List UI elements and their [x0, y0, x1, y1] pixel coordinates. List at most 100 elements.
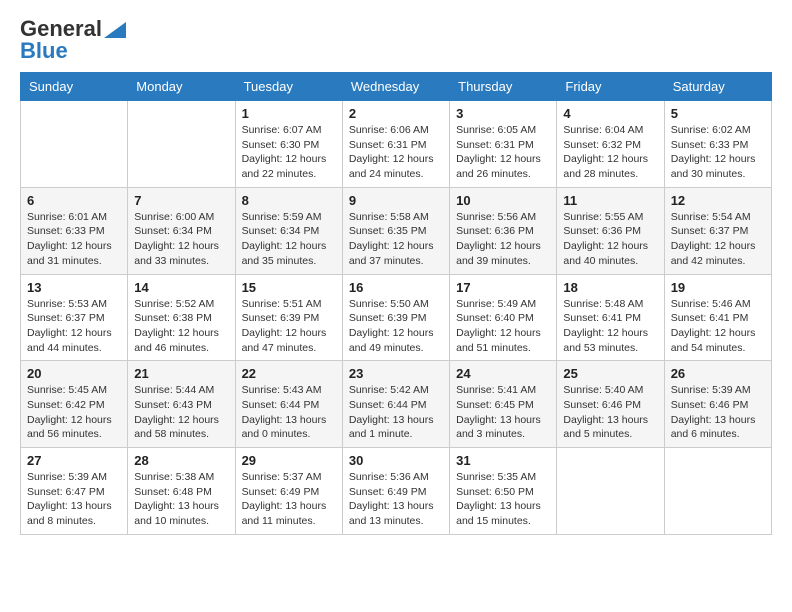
cell-details: Sunrise: 5:37 AMSunset: 6:49 PMDaylight:… [242, 470, 336, 529]
logo-icon [104, 22, 126, 38]
cell-details: Sunrise: 5:42 AMSunset: 6:44 PMDaylight:… [349, 383, 443, 442]
calendar-cell: 5 Sunrise: 6:02 AMSunset: 6:33 PMDaylight… [664, 101, 771, 188]
cell-details: Sunrise: 5:55 AMSunset: 6:36 PMDaylight:… [563, 210, 657, 269]
cell-details: Sunrise: 6:05 AMSunset: 6:31 PMDaylight:… [456, 123, 550, 182]
day-number: 15 [242, 280, 336, 295]
calendar-cell: 8Sunrise: 5:59 AMSunset: 6:34 PMDaylight… [235, 187, 342, 274]
weekday-header-row: SundayMondayTuesdayWednesdayThursdayFrid… [21, 73, 772, 101]
calendar-cell: 14 Sunrise: 5:52 AMSunset: 6:38 PMDayligh… [128, 274, 235, 361]
weekday-header-thursday: Thursday [450, 73, 557, 101]
day-number: 17 [456, 280, 550, 295]
cell-details: Sunrise: 5:59 AMSunset: 6:34 PMDaylight:… [242, 210, 336, 269]
day-number: 7 [134, 193, 228, 208]
day-number: 13 [27, 280, 121, 295]
cell-details: Sunrise: 5:58 AMSunset: 6:35 PMDaylight:… [349, 210, 443, 269]
cell-details: Sunrise: 5:56 AMSunset: 6:36 PMDaylight:… [456, 210, 550, 269]
day-number: 28 [134, 453, 228, 468]
day-number: 26 [671, 366, 765, 381]
day-number: 27 [27, 453, 121, 468]
day-number: 31 [456, 453, 550, 468]
cell-details: Sunrise: 5:51 AMSunset: 6:39 PMDaylight:… [242, 297, 336, 356]
weekday-header-sunday: Sunday [21, 73, 128, 101]
weekday-header-wednesday: Wednesday [342, 73, 449, 101]
calendar-cell: 26Sunrise: 5:39 AMSunset: 6:46 PMDayligh… [664, 361, 771, 448]
day-number: 5 [671, 106, 765, 121]
weekday-header-friday: Friday [557, 73, 664, 101]
cell-details: Sunrise: 5:39 AMSunset: 6:47 PMDaylight:… [27, 470, 121, 529]
cell-details: Sunrise: 5:54 AMSunset: 6:37 PMDaylight:… [671, 210, 765, 269]
calendar-table: SundayMondayTuesdayWednesdayThursdayFrid… [20, 72, 772, 535]
calendar-cell: 19Sunrise: 5:46 AMSunset: 6:41 PMDayligh… [664, 274, 771, 361]
cell-details: Sunrise: 5:35 AMSunset: 6:50 PMDaylight:… [456, 470, 550, 529]
cell-details: Sunrise: 6:06 AMSunset: 6:31 PMDaylight:… [349, 123, 443, 182]
calendar-week-row: 27 Sunrise: 5:39 AMSunset: 6:47 PMDayligh… [21, 448, 772, 535]
cell-details: Sunrise: 6:02 AMSunset: 6:33 PMDaylight:… [671, 123, 765, 182]
calendar-cell: 10Sunrise: 5:56 AMSunset: 6:36 PMDayligh… [450, 187, 557, 274]
calendar-cell: 7 Sunrise: 6:00 AMSunset: 6:34 PMDaylight… [128, 187, 235, 274]
calendar-cell: 21 Sunrise: 5:44 AMSunset: 6:43 PMDayligh… [128, 361, 235, 448]
day-number: 2 [349, 106, 443, 121]
calendar-cell: 9Sunrise: 5:58 AMSunset: 6:35 PMDaylight… [342, 187, 449, 274]
calendar-week-row: 20Sunrise: 5:45 AMSunset: 6:42 PMDayligh… [21, 361, 772, 448]
calendar-cell: 4 Sunrise: 6:04 AMSunset: 6:32 PMDaylight… [557, 101, 664, 188]
calendar-cell: 18 Sunrise: 5:48 AMSunset: 6:41 PMDayligh… [557, 274, 664, 361]
cell-details: Sunrise: 5:49 AMSunset: 6:40 PMDaylight:… [456, 297, 550, 356]
cell-details: Sunrise: 5:52 AMSunset: 6:38 PMDaylight:… [134, 297, 228, 356]
cell-details: Sunrise: 5:50 AMSunset: 6:39 PMDaylight:… [349, 297, 443, 356]
cell-details: Sunrise: 5:40 AMSunset: 6:46 PMDaylight:… [563, 383, 657, 442]
calendar-cell [128, 101, 235, 188]
calendar-cell: 13 Sunrise: 5:53 AMSunset: 6:37 PMDayligh… [21, 274, 128, 361]
calendar-cell: 30Sunrise: 5:36 AMSunset: 6:49 PMDayligh… [342, 448, 449, 535]
calendar-cell: 28 Sunrise: 5:38 AMSunset: 6:48 PMDayligh… [128, 448, 235, 535]
day-number: 23 [349, 366, 443, 381]
cell-details: Sunrise: 5:53 AMSunset: 6:37 PMDaylight:… [27, 297, 121, 356]
calendar-cell [557, 448, 664, 535]
cell-details: Sunrise: 6:00 AMSunset: 6:34 PMDaylight:… [134, 210, 228, 269]
day-number: 4 [563, 106, 657, 121]
cell-details: Sunrise: 5:38 AMSunset: 6:48 PMDaylight:… [134, 470, 228, 529]
calendar-cell: 25Sunrise: 5:40 AMSunset: 6:46 PMDayligh… [557, 361, 664, 448]
cell-details: Sunrise: 6:07 AMSunset: 6:30 PMDaylight:… [242, 123, 336, 182]
calendar-cell: 3 Sunrise: 6:05 AMSunset: 6:31 PMDaylight… [450, 101, 557, 188]
day-number: 29 [242, 453, 336, 468]
calendar-cell: 24 Sunrise: 5:41 AMSunset: 6:45 PMDayligh… [450, 361, 557, 448]
calendar-cell: 20Sunrise: 5:45 AMSunset: 6:42 PMDayligh… [21, 361, 128, 448]
calendar-cell: 29 Sunrise: 5:37 AMSunset: 6:49 PMDayligh… [235, 448, 342, 535]
day-number: 12 [671, 193, 765, 208]
calendar-cell: 2 Sunrise: 6:06 AMSunset: 6:31 PMDaylight… [342, 101, 449, 188]
day-number: 19 [671, 280, 765, 295]
calendar-week-row: 6 Sunrise: 6:01 AMSunset: 6:33 PMDaylight… [21, 187, 772, 274]
cell-details: Sunrise: 5:48 AMSunset: 6:41 PMDaylight:… [563, 297, 657, 356]
calendar-cell: 6 Sunrise: 6:01 AMSunset: 6:33 PMDaylight… [21, 187, 128, 274]
cell-details: Sunrise: 6:01 AMSunset: 6:33 PMDaylight:… [27, 210, 121, 269]
day-number: 22 [242, 366, 336, 381]
day-number: 1 [242, 106, 336, 121]
day-number: 14 [134, 280, 228, 295]
cell-details: Sunrise: 5:41 AMSunset: 6:45 PMDaylight:… [456, 383, 550, 442]
calendar-cell: 23 Sunrise: 5:42 AMSunset: 6:44 PMDayligh… [342, 361, 449, 448]
logo-blue-text: Blue [20, 38, 68, 64]
day-number: 18 [563, 280, 657, 295]
day-number: 3 [456, 106, 550, 121]
calendar-cell: 31 Sunrise: 5:35 AMSunset: 6:50 PMDayligh… [450, 448, 557, 535]
day-number: 21 [134, 366, 228, 381]
page-header: General Blue [20, 16, 772, 64]
calendar-week-row: 1 Sunrise: 6:07 AMSunset: 6:30 PMDaylight… [21, 101, 772, 188]
calendar-week-row: 13 Sunrise: 5:53 AMSunset: 6:37 PMDayligh… [21, 274, 772, 361]
weekday-header-monday: Monday [128, 73, 235, 101]
calendar-cell: 17 Sunrise: 5:49 AMSunset: 6:40 PMDayligh… [450, 274, 557, 361]
day-number: 11 [563, 193, 657, 208]
day-number: 30 [349, 453, 443, 468]
calendar-cell [21, 101, 128, 188]
logo: General Blue [20, 16, 126, 64]
cell-details: Sunrise: 5:43 AMSunset: 6:44 PMDaylight:… [242, 383, 336, 442]
day-number: 20 [27, 366, 121, 381]
weekday-header-saturday: Saturday [664, 73, 771, 101]
cell-details: Sunrise: 6:04 AMSunset: 6:32 PMDaylight:… [563, 123, 657, 182]
day-number: 24 [456, 366, 550, 381]
calendar-cell: 11 Sunrise: 5:55 AMSunset: 6:36 PMDayligh… [557, 187, 664, 274]
calendar-cell: 15 Sunrise: 5:51 AMSunset: 6:39 PMDayligh… [235, 274, 342, 361]
calendar-cell: 22 Sunrise: 5:43 AMSunset: 6:44 PMDayligh… [235, 361, 342, 448]
day-number: 6 [27, 193, 121, 208]
cell-details: Sunrise: 5:44 AMSunset: 6:43 PMDaylight:… [134, 383, 228, 442]
